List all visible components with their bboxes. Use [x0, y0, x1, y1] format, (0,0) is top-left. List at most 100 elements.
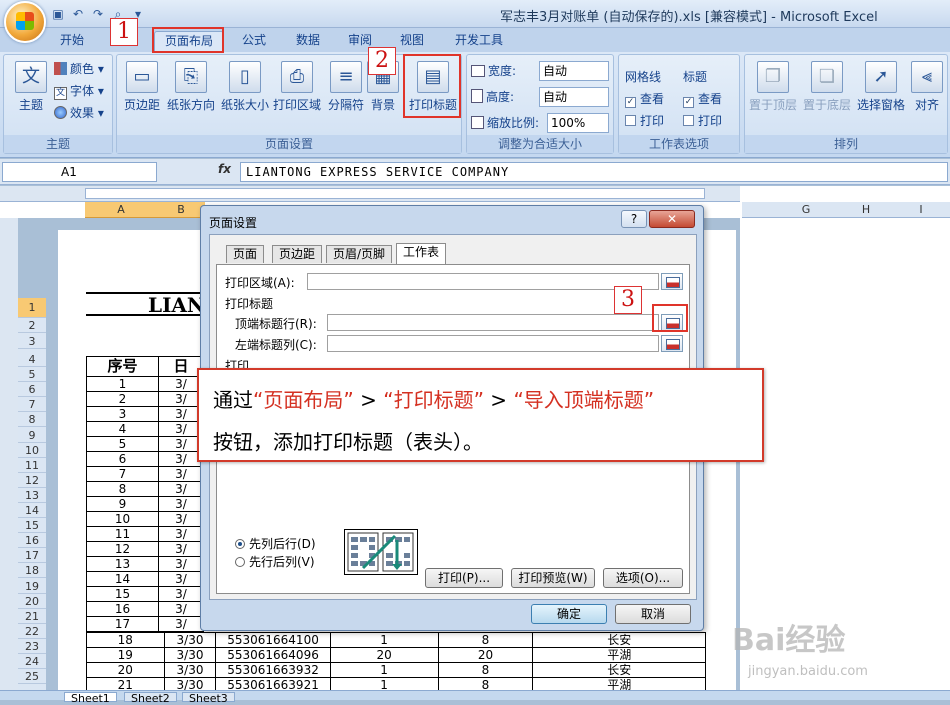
formula-input[interactable]: LIANTONG EXPRESS SERVICE COMPANY: [240, 162, 948, 182]
send-to-back-button[interactable]: ❏ 置于底层: [799, 59, 855, 113]
office-button[interactable]: [4, 1, 46, 43]
row-header[interactable]: 11: [18, 458, 46, 473]
row-header[interactable]: 9: [18, 428, 46, 443]
orientation-button[interactable]: ⎘ 纸张方向: [161, 59, 221, 113]
cols-to-repeat-collapse-icon[interactable]: [661, 335, 683, 352]
tab-view[interactable]: 视图: [390, 31, 434, 52]
header-cell-no: 序号: [86, 356, 159, 377]
row-header[interactable]: 21: [18, 609, 46, 624]
table-cell: 14: [86, 571, 159, 587]
print-area-input[interactable]: [307, 273, 659, 290]
height-select[interactable]: 自动: [539, 87, 609, 107]
row-header[interactable]: 10: [18, 443, 46, 458]
row-header[interactable]: 20: [18, 594, 46, 609]
print-area-collapse-icon[interactable]: [661, 273, 683, 290]
cancel-button[interactable]: 取消: [615, 604, 691, 624]
row-header[interactable]: 4: [18, 352, 46, 367]
tab-data[interactable]: 数据: [286, 31, 330, 52]
callout-line-2: 按钮，添加打印标题（表头）。: [213, 430, 483, 454]
row-header[interactable]: 19: [18, 579, 46, 594]
table-cell: 3/: [158, 511, 204, 527]
theme-button[interactable]: 文主题: [6, 59, 56, 113]
row-header[interactable]: 7: [18, 397, 46, 413]
table-cell: 3/: [158, 601, 204, 617]
print-preview-button[interactable]: 打印预览(W): [511, 568, 595, 588]
table-row: 12 3/: [86, 541, 204, 557]
vertical-ruler: [0, 218, 18, 690]
bring-to-front-button[interactable]: ❐ 置于顶层: [745, 59, 801, 113]
colors-button[interactable]: 颜色 ▾: [54, 59, 104, 79]
ok-button[interactable]: 确定: [531, 604, 607, 624]
effects-button[interactable]: 效果 ▾: [54, 103, 104, 123]
scale-spinner[interactable]: 100%: [547, 113, 609, 133]
sheet-tab-bar: Sheet1 Sheet2 Sheet3: [0, 690, 950, 705]
row-header[interactable]: 23: [18, 639, 46, 654]
gridlines-print-checkbox[interactable]: 打印: [625, 111, 664, 131]
breaks-icon: ≡: [330, 61, 362, 93]
cols-to-repeat-input[interactable]: [327, 335, 659, 352]
row-header[interactable]: 16: [18, 533, 46, 549]
table-cell: 553061664096: [215, 647, 331, 663]
fonts-button[interactable]: 文字体 ▾: [54, 81, 104, 101]
options-button[interactable]: 选项(O)...: [603, 568, 683, 588]
rows-to-repeat-label: 顶端标题行(R):: [235, 317, 317, 331]
dialog-tab-page[interactable]: 页面: [226, 245, 265, 263]
row-header[interactable]: 1: [18, 298, 46, 318]
column-header-i[interactable]: I: [896, 202, 946, 218]
row-header[interactable]: 24: [18, 654, 46, 669]
row-header[interactable]: 5: [18, 367, 46, 383]
tab-developer[interactable]: 开发工具: [444, 31, 514, 52]
row-header[interactable]: 13: [18, 488, 46, 503]
align-button[interactable]: ⫷ 对齐: [907, 59, 947, 113]
row-header[interactable]: 14: [18, 503, 46, 518]
rows-to-repeat-input[interactable]: [327, 314, 659, 331]
margins-icon: ▭: [126, 61, 158, 93]
redo-icon[interactable]: ↷: [90, 6, 106, 22]
print-area-button[interactable]: ⎙ 打印区域: [269, 59, 325, 113]
row-header[interactable]: 25: [18, 669, 46, 685]
order-down-then-over[interactable]: 先列后行(D): [235, 535, 316, 552]
selection-pane-button[interactable]: ➚ 选择窗格: [853, 59, 909, 113]
tab-home[interactable]: 开始: [48, 31, 96, 52]
headings-view-checkbox[interactable]: ✓ 查看: [683, 89, 722, 109]
dialog-tab-margins[interactable]: 页边距: [272, 245, 323, 263]
print-button[interactable]: 打印(P)...: [425, 568, 503, 588]
help-button[interactable]: ?: [621, 210, 647, 228]
close-button[interactable]: ✕: [649, 210, 695, 228]
width-select[interactable]: 自动: [539, 61, 609, 81]
size-button[interactable]: ▯ 纸张大小: [217, 59, 273, 113]
baidu-watermark-url: jingyan.baidu.com: [748, 664, 868, 679]
undo-icon[interactable]: ↶: [70, 6, 86, 22]
order-over-then-down[interactable]: 先行后列(V): [235, 553, 315, 570]
gridlines-view-checkbox[interactable]: ✓ 查看: [625, 89, 664, 109]
save-icon[interactable]: ▣: [50, 6, 66, 22]
sheet-tab-sheet2[interactable]: Sheet2: [124, 692, 177, 705]
column-header-h[interactable]: H: [836, 202, 896, 218]
row-header[interactable]: 8: [18, 412, 46, 428]
align-icon: ⫷: [911, 61, 943, 93]
radio-selected-icon: [235, 539, 245, 549]
sheet-tab-sheet1[interactable]: Sheet1: [64, 692, 117, 705]
headings-heading: 标题: [683, 70, 708, 84]
column-header-g[interactable]: G: [776, 202, 836, 218]
tab-formulas[interactable]: 公式: [232, 31, 276, 52]
row-header[interactable]: 2: [18, 318, 46, 333]
column-header-b[interactable]: B: [157, 202, 205, 218]
row-header[interactable]: 6: [18, 382, 46, 398]
table-cell: 6: [86, 451, 159, 467]
dialog-tab-sheet[interactable]: 工作表: [396, 243, 447, 264]
row-header[interactable]: 15: [18, 518, 46, 534]
row-header[interactable]: 18: [18, 563, 46, 579]
margins-button[interactable]: ▭ 页边距: [117, 59, 167, 113]
row-header[interactable]: 22: [18, 624, 46, 639]
dialog-tab-header-footer[interactable]: 页眉/页脚: [326, 245, 393, 263]
headings-print-checkbox[interactable]: 打印: [683, 111, 722, 131]
row-header[interactable]: 12: [18, 473, 46, 488]
column-header-a[interactable]: A: [85, 202, 157, 218]
table-row: 5 3/: [86, 436, 204, 452]
row-header[interactable]: 3: [18, 334, 46, 349]
sheet-tab-sheet3[interactable]: Sheet3: [182, 692, 235, 705]
name-box[interactable]: A1: [2, 162, 157, 182]
row-header[interactable]: 17: [18, 548, 46, 564]
insert-function-icon[interactable]: fx: [218, 162, 231, 176]
